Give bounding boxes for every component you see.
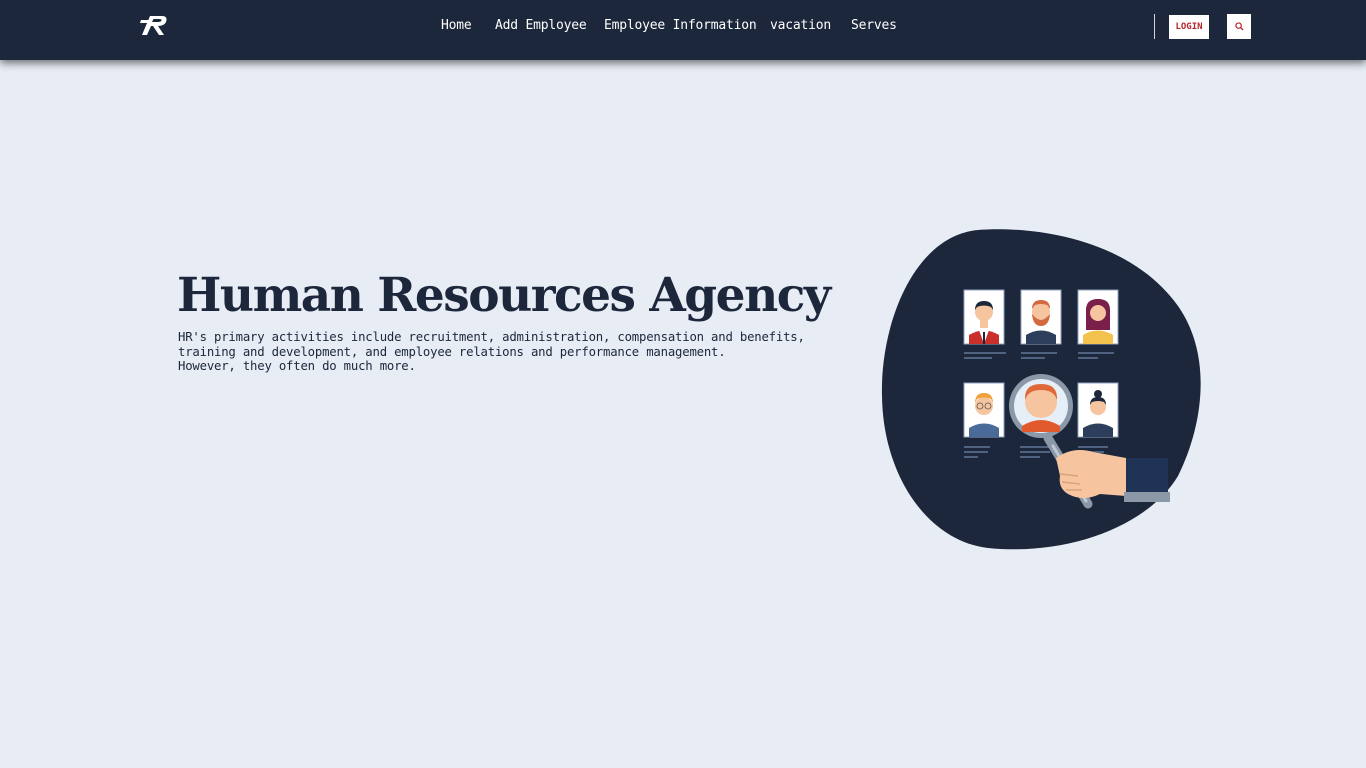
hero-title: Human Resources Agency: [177, 268, 831, 323]
profile-card: [963, 289, 1005, 345]
main-nav: Home Add Employee Employee Information v…: [0, 0, 1366, 60]
nav-link-employee-information[interactable]: Employee Information: [604, 18, 757, 33]
profile-card: [1020, 289, 1062, 345]
search-button[interactable]: [1227, 14, 1251, 39]
hr-illustration: [881, 229, 1201, 550]
nav-link-serves[interactable]: Serves: [851, 18, 897, 33]
profile-card: [963, 382, 1005, 438]
hero-description-line: However, they often do much more.: [178, 359, 416, 374]
navbar: Home Add Employee Employee Information v…: [0, 0, 1366, 60]
search-icon: [1234, 22, 1244, 31]
hero-description-line: HR's primary activities include recruitm…: [178, 330, 805, 344]
hero-description: HR's primary activities include recruitm…: [178, 330, 818, 374]
nav-link-vacation[interactable]: vacation: [770, 18, 831, 33]
login-button[interactable]: LOGIN: [1169, 15, 1209, 39]
profile-card: [1077, 289, 1119, 345]
nav-link-add-employee[interactable]: Add Employee: [495, 18, 587, 33]
nav-divider: [1154, 14, 1155, 39]
hero-description-line: training and development, and employee r…: [178, 344, 726, 359]
profile-card: [1077, 382, 1119, 438]
nav-link-home[interactable]: Home: [441, 18, 472, 33]
